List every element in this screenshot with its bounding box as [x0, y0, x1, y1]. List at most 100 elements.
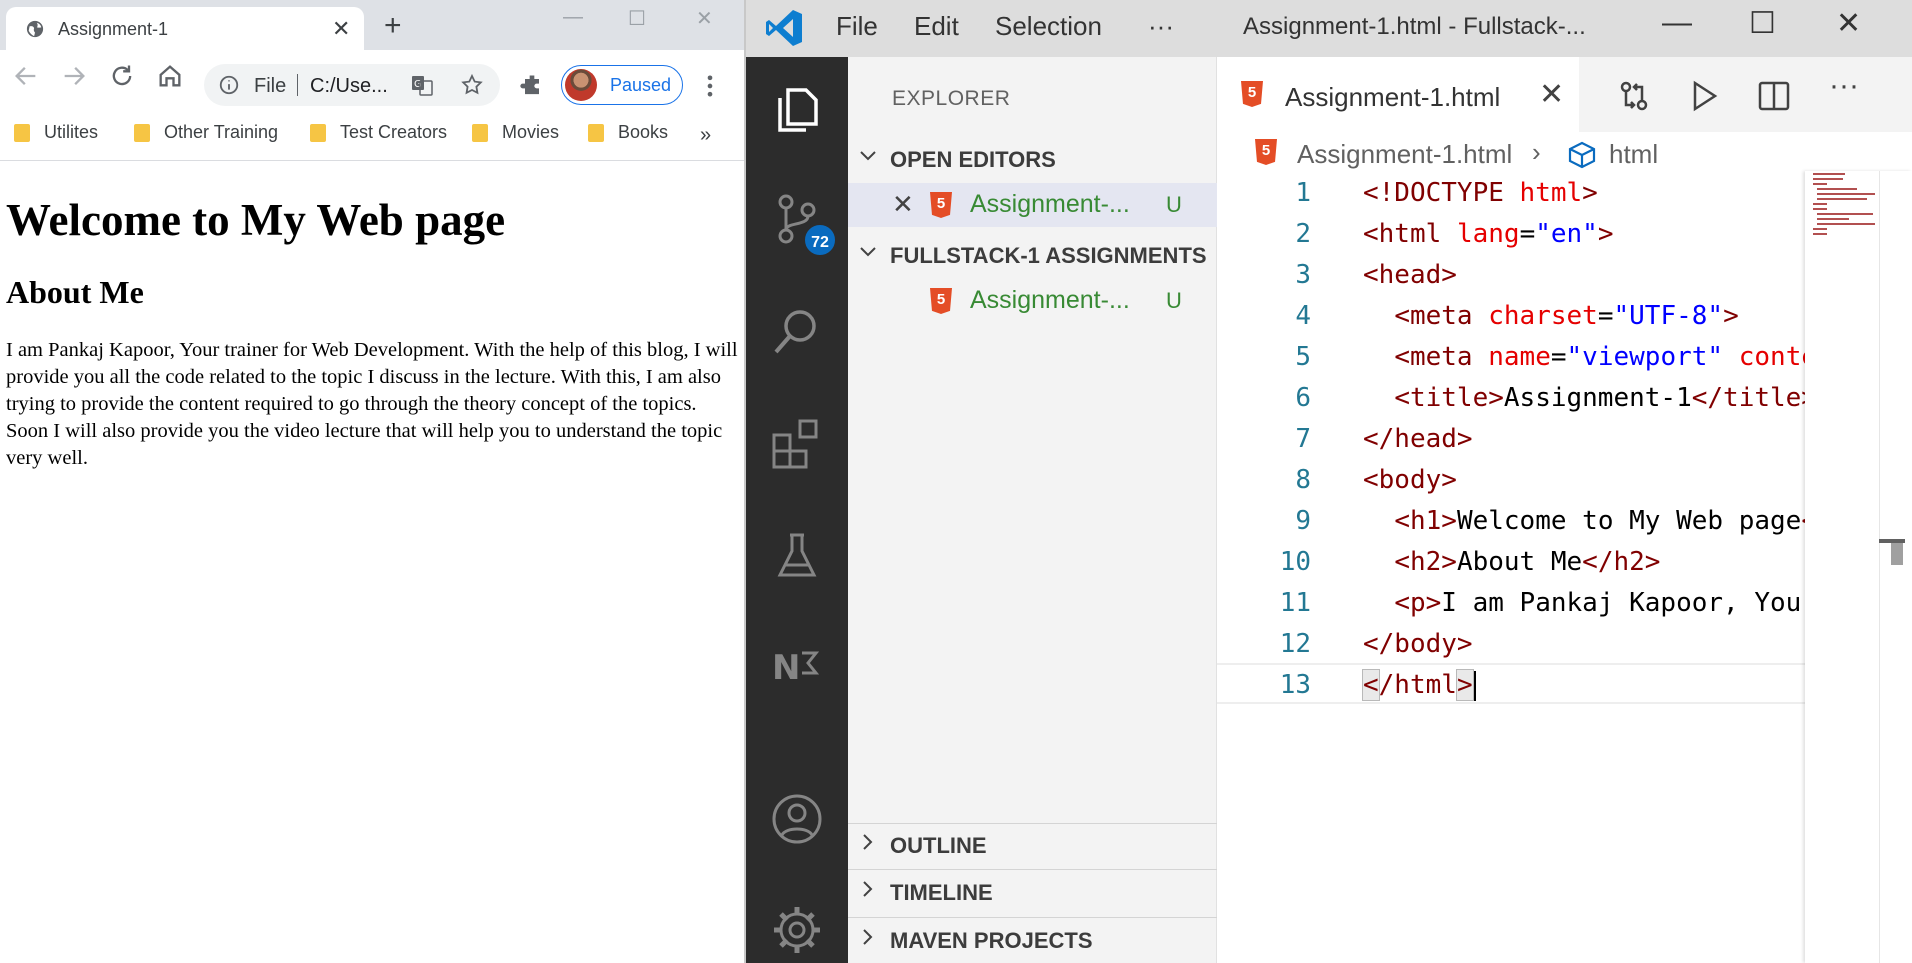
- chevron-right-icon: [863, 881, 873, 897]
- bookmark-label: Test Creators: [340, 122, 448, 142]
- menu-more[interactable]: ···: [1148, 11, 1174, 42]
- vscode-titlebar: File Edit Selection ··· Assignment-1.htm…: [746, 0, 1912, 57]
- address-url[interactable]: C:/Use...: [310, 75, 388, 98]
- line-number: 12: [1279, 629, 1311, 659]
- source-control-badge: 72: [802, 222, 838, 258]
- bookmark-books[interactable]: Books: [588, 122, 668, 143]
- bookmarks-more-button[interactable]: »: [700, 124, 711, 147]
- address-separator: [297, 74, 298, 96]
- chevron-right-icon: [863, 929, 873, 945]
- file-name: Assignment-...: [970, 190, 1130, 218]
- info-icon[interactable]: [218, 74, 240, 96]
- scrollbar-thumb[interactable]: [1891, 543, 1903, 565]
- line-number: 3: [1295, 260, 1311, 290]
- close-icon[interactable]: ✕: [1836, 6, 1861, 41]
- menu-selection[interactable]: Selection: [995, 11, 1102, 42]
- section-label: TIMELINE: [890, 880, 993, 905]
- section-label: FULLSTACK-1 ASSIGNMENTS: [890, 243, 1207, 268]
- maximize-icon[interactable]: ☐: [628, 6, 646, 31]
- minimap-line: [1813, 233, 1827, 235]
- html-file-icon: 5: [930, 288, 952, 314]
- notebook-icon[interactable]: N: [770, 639, 824, 693]
- code-editor[interactable]: 1 <!DOCTYPE html> 2 <html lang="en"> 3 <hea…: [1217, 171, 1805, 811]
- page-heading: Welcome to My Web page: [6, 195, 506, 245]
- extensions-icon[interactable]: [770, 417, 824, 471]
- minimap-line: [1813, 178, 1843, 180]
- split-editor-icon[interactable]: [1757, 79, 1791, 113]
- symbol-element-icon: [1568, 141, 1596, 169]
- more-actions-icon[interactable]: ···: [1829, 69, 1863, 103]
- profile-button[interactable]: Paused: [561, 65, 683, 105]
- bookmark-utilites[interactable]: Utilites: [14, 122, 98, 143]
- editor-tab-label: Assignment-1.html: [1285, 82, 1501, 112]
- close-tab-icon[interactable]: ✕: [1539, 77, 1564, 112]
- close-editor-icon[interactable]: ✕: [892, 189, 914, 220]
- bookmark-test-creators[interactable]: Test Creators: [310, 122, 447, 143]
- forward-icon[interactable]: [60, 62, 88, 90]
- extensions-icon[interactable]: [518, 72, 546, 100]
- bookmarks-bar: Utilites Other Training Test Creators Mo…: [0, 118, 744, 158]
- folder-icon: [134, 123, 150, 142]
- run-icon[interactable]: [1687, 79, 1721, 113]
- outline-section[interactable]: OUTLINE: [848, 825, 1217, 865]
- vertical-scrollbar[interactable]: [1879, 171, 1880, 963]
- breadcrumb-file[interactable]: Assignment-1.html: [1297, 139, 1512, 170]
- reload-icon[interactable]: [108, 62, 136, 90]
- editor-tab[interactable]: 5 Assignment-1.html ✕: [1217, 57, 1579, 132]
- back-icon[interactable]: [12, 62, 40, 90]
- workspace-section[interactable]: FULLSTACK-1 ASSIGNMENTS: [848, 235, 1217, 275]
- minimap[interactable]: [1805, 171, 1912, 963]
- web-page-content: Welcome to My Web page About Me I am Pan…: [6, 160, 738, 472]
- menu-file[interactable]: File: [836, 11, 878, 42]
- editor-area: 5 Assignment-1.html ✕ ··· 5 Assignment-1…: [1217, 57, 1912, 963]
- section-divider: [848, 869, 1217, 870]
- code-line: 10 <h2>About Me</h2>: [1217, 540, 1805, 581]
- maven-projects-section[interactable]: MAVEN PROJECTS: [848, 920, 1217, 960]
- browser-toolbar: File C:/Use... G Paused: [0, 50, 744, 122]
- minimize-icon[interactable]: —: [1662, 6, 1692, 40]
- more-vert-icon[interactable]: [696, 72, 724, 100]
- maximize-icon[interactable]: ☐: [1749, 6, 1776, 41]
- new-tab-button[interactable]: +: [384, 11, 402, 41]
- code-line: 11 <p>I am Pankaj Kapoor, Your trainer: [1217, 581, 1805, 622]
- minimap-line: [1817, 213, 1873, 215]
- html-file-icon: 5: [930, 192, 952, 218]
- line-number: 7: [1295, 424, 1311, 454]
- address-bar[interactable]: File C:/Use... G: [204, 64, 500, 106]
- code-line-current: 13 </html>: [1217, 663, 1805, 704]
- profile-status: Paused: [610, 75, 672, 95]
- tab-title: Assignment-1: [58, 19, 169, 39]
- minimize-icon[interactable]: —: [563, 6, 583, 29]
- code-line: 8 <body>: [1217, 458, 1805, 499]
- bookmark-movies[interactable]: Movies: [472, 122, 559, 143]
- bookmark-other-training[interactable]: Other Training: [134, 122, 278, 143]
- settings-gear-icon[interactable]: [770, 903, 824, 957]
- menu-edit[interactable]: Edit: [914, 11, 959, 42]
- explorer-icon[interactable]: [770, 82, 824, 136]
- minimap-line: [1813, 173, 1845, 175]
- folder-icon: [310, 123, 326, 142]
- open-editors-section[interactable]: OPEN EDITORS: [848, 139, 1217, 179]
- browser-tab[interactable]: Assignment-1 ✕: [6, 7, 364, 50]
- close-icon[interactable]: ✕: [696, 6, 713, 31]
- translate-icon[interactable]: G: [410, 73, 434, 97]
- minimap-line: [1817, 198, 1867, 200]
- breadcrumb-symbol[interactable]: html: [1609, 139, 1658, 170]
- globe-icon: [26, 20, 44, 38]
- compare-changes-icon[interactable]: [1617, 79, 1651, 113]
- home-icon[interactable]: [156, 62, 184, 90]
- open-editor-item[interactable]: ✕ 5 Assignment-... U: [848, 183, 1217, 227]
- section-divider: [848, 823, 1217, 824]
- section-label: OPEN EDITORS: [890, 147, 1056, 172]
- star-icon[interactable]: [460, 73, 484, 97]
- timeline-section[interactable]: TIMELINE: [848, 872, 1217, 912]
- section-label: MAVEN PROJECTS: [890, 928, 1093, 953]
- account-icon[interactable]: [770, 792, 824, 846]
- tab-close-icon[interactable]: ✕: [332, 16, 350, 42]
- code-line: 1 <!DOCTYPE html>: [1217, 171, 1805, 212]
- workspace-file-item[interactable]: 5 Assignment-... U: [848, 279, 1217, 323]
- testing-flask-icon[interactable]: [770, 529, 824, 583]
- html-file-icon: 5: [1255, 139, 1277, 165]
- search-icon[interactable]: [770, 304, 824, 358]
- editor-tab-bar: 5 Assignment-1.html ✕ ···: [1217, 57, 1912, 132]
